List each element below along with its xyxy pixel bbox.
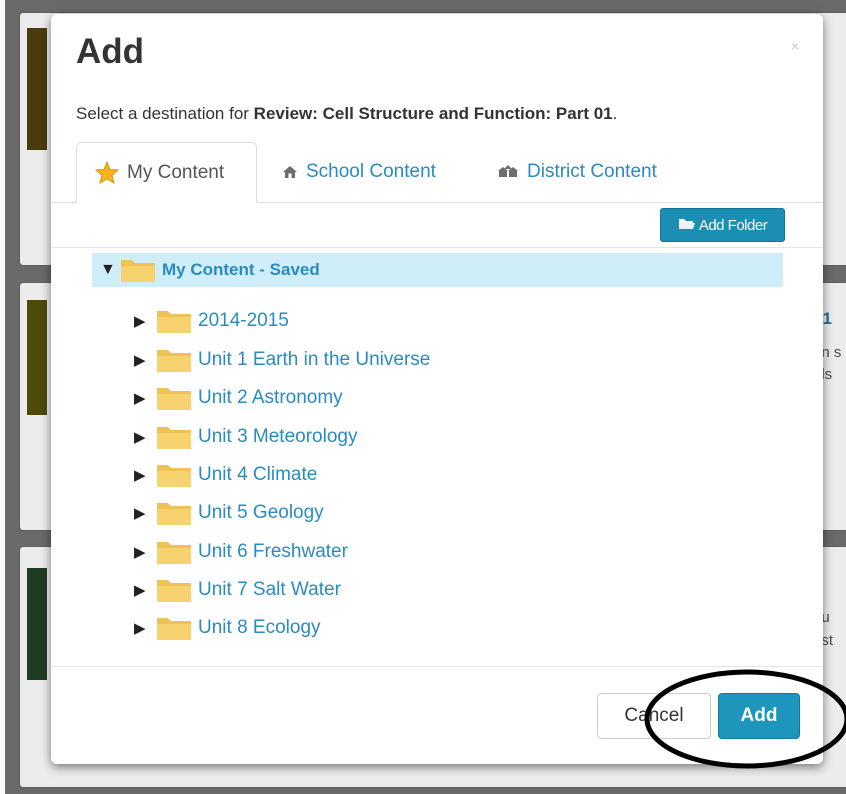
tree-item-label: Unit 1 Earth in the Universe (198, 349, 431, 370)
collapsed-arrow-icon[interactable]: ▶ (134, 543, 156, 561)
tree-item-label: Unit 8 Ecology (198, 617, 321, 638)
tree-root-label: My Content - Saved (162, 260, 320, 279)
content-tabs: My Content School Content District Conte… (51, 142, 823, 203)
dialog-subtitle: Select a destination for Review: Cell St… (76, 104, 617, 124)
subtitle-item-name: Review: Cell Structure and Function: Par… (253, 104, 613, 123)
tab-label: My Content (127, 161, 225, 183)
tree-item[interactable]: ▶ Unit 8 Ecology (134, 611, 321, 645)
tab-label: School Content (306, 161, 436, 182)
folder-icon (156, 500, 192, 526)
tree-item-label: Unit 6 Freshwater (198, 541, 348, 562)
tree-item-label: Unit 2 Astronomy (198, 387, 343, 408)
tab-district-content[interactable]: District Content (479, 142, 699, 202)
collapsed-arrow-icon[interactable]: ▶ (134, 312, 156, 330)
tree-item[interactable]: ▶ Unit 5 Geology (134, 496, 324, 530)
tree-item[interactable]: ▶ Unit 3 Meteorology (134, 420, 357, 454)
folder-icon (156, 424, 192, 450)
star-icon (95, 161, 119, 184)
folder-icon (156, 347, 192, 373)
school-icon (282, 165, 298, 179)
collapsed-arrow-icon[interactable]: ▶ (134, 351, 156, 369)
folder-icon (156, 308, 192, 334)
add-button[interactable]: Add (718, 693, 800, 739)
add-folder-label: Add Folder (698, 216, 768, 234)
background-thumbnail (27, 300, 47, 415)
tab-my-content[interactable]: My Content (76, 142, 257, 203)
tree-item[interactable]: ▶ Unit 7 Salt Water (134, 573, 341, 607)
tree-item-label: Unit 4 Climate (198, 464, 318, 485)
folder-tree: ▼ My Content - Saved ▶ 2014-2015 ▶ Unit … (51, 248, 823, 668)
collapsed-arrow-icon[interactable]: ▶ (134, 619, 156, 637)
subtitle-prefix: Select a destination for (76, 104, 254, 123)
tree-root-my-content-saved[interactable]: ▼ My Content - Saved (92, 253, 783, 287)
add-dialog: Add × Select a destination for Review: C… (51, 14, 823, 764)
tree-item-label: Unit 7 Salt Water (198, 579, 341, 600)
folder-icon (156, 539, 192, 565)
collapsed-arrow-icon[interactable]: ▶ (134, 466, 156, 484)
dialog-footer: Cancel Add (51, 666, 823, 764)
expanded-arrow-icon[interactable]: ▼ (100, 261, 120, 279)
collapsed-arrow-icon[interactable]: ▶ (134, 504, 156, 522)
tree-item[interactable]: ▶ Unit 2 Astronomy (134, 381, 343, 415)
tree-item[interactable]: ▶ 2014-2015 (134, 304, 289, 338)
tree-item[interactable]: ▶ Unit 1 Earth in the Universe (134, 343, 430, 377)
folder-icon (156, 462, 192, 488)
add-folder-button[interactable]: Add Folder (660, 208, 785, 242)
folder-icon (156, 577, 192, 603)
tree-item-label: 2014-2015 (198, 310, 289, 331)
collapsed-arrow-icon[interactable]: ▶ (134, 581, 156, 599)
background-thumbnail (27, 568, 47, 680)
tree-item-label: Unit 5 Geology (198, 502, 324, 523)
tree-item[interactable]: ▶ Unit 4 Climate (134, 458, 317, 492)
folder-icon (156, 385, 192, 411)
dialog-title: Add (76, 32, 145, 71)
tab-school-content[interactable]: School Content (264, 142, 472, 202)
district-icon (497, 165, 519, 179)
close-button[interactable]: × (791, 38, 799, 54)
tree-item-label: Unit 3 Meteorology (198, 426, 358, 447)
tab-label: District Content (527, 161, 657, 182)
collapsed-arrow-icon[interactable]: ▶ (134, 428, 156, 446)
background-thumbnail (27, 28, 47, 150)
folder-icon (120, 257, 156, 283)
subtitle-suffix: . (612, 104, 618, 123)
folder-icon (156, 615, 192, 641)
folder-toolbar: Add Folder (51, 203, 823, 248)
folder-open-icon (678, 217, 696, 234)
tree-item[interactable]: ▶ Unit 6 Freshwater (134, 535, 348, 569)
collapsed-arrow-icon[interactable]: ▶ (134, 389, 156, 407)
cancel-button[interactable]: Cancel (597, 693, 711, 739)
